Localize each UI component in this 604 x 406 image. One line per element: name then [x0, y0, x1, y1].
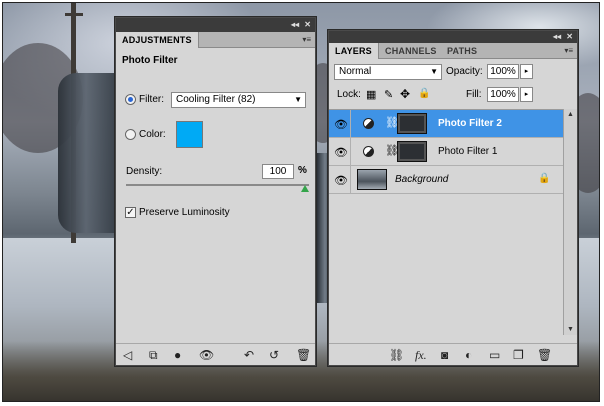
- layer-name[interactable]: Photo Filter 1: [438, 146, 497, 157]
- density-slider-thumb[interactable]: [301, 185, 309, 192]
- blend-mode-value: Normal: [339, 66, 372, 77]
- layers-tabs: LAYERS CHANNELS PATHS ▾≡: [329, 43, 577, 59]
- eye-icon[interactable]: 👁: [199, 348, 214, 362]
- preserve-luminosity-checkbox[interactable]: ✓: [125, 207, 136, 218]
- lock-icon: 🔒: [538, 173, 551, 184]
- filter-dropdown[interactable]: Cooling Filter (82) ▼: [171, 92, 306, 108]
- layers-panel: ◂◂ ✕ LAYERS CHANNELS PATHS ▾≡ Normal ▼ O…: [328, 30, 578, 366]
- layer-mask-thumbnail[interactable]: [397, 141, 427, 162]
- layer-mask-thumbnail[interactable]: [397, 113, 427, 134]
- link-layers-icon[interactable]: ⛓: [389, 348, 404, 362]
- adjustments-panel: ◂◂ ✕ ADJUSTMENTS ▾≡ Photo Filter Filter:…: [115, 17, 316, 366]
- new-group-icon[interactable]: ▭: [489, 348, 500, 362]
- lock-label: Lock:: [337, 89, 361, 100]
- adjustments-tabs: ADJUSTMENTS ▾≡: [116, 32, 315, 48]
- opacity-input[interactable]: 100%: [487, 64, 519, 79]
- eye-icon[interactable]: 👁: [334, 174, 348, 187]
- utility-pole-crossbar: [65, 13, 83, 16]
- density-label: Density:: [126, 166, 163, 177]
- new-layer-icon[interactable]: ❐: [513, 348, 524, 362]
- layer-row-photo-filter-2[interactable]: 👁 ⛓ Photo Filter 2: [329, 110, 563, 138]
- opacity-arrow-icon[interactable]: ▸: [520, 64, 533, 79]
- density-slider-track[interactable]: [126, 184, 309, 186]
- layer-name[interactable]: Photo Filter 2: [438, 118, 502, 129]
- fill-arrow-icon[interactable]: ▸: [520, 87, 533, 102]
- chevron-down-icon: ▼: [294, 95, 302, 104]
- reset-icon[interactable]: ↺: [269, 348, 279, 362]
- clip-to-layer-icon[interactable]: ⧉: [149, 348, 158, 362]
- lock-brush-icon[interactable]: ✎: [384, 88, 393, 101]
- previous-state-icon[interactable]: ↶: [244, 348, 254, 362]
- scroll-down-icon[interactable]: ▼: [567, 326, 574, 333]
- visibility-toggle-icon[interactable]: ●: [174, 348, 181, 362]
- trash-icon[interactable]: 🗑: [537, 348, 552, 362]
- chevron-down-icon: ▼: [430, 67, 438, 76]
- lock-position-icon[interactable]: ✥: [400, 87, 410, 101]
- filter-radio[interactable]: [125, 94, 136, 105]
- filter-label: Filter:: [139, 94, 164, 105]
- scroll-up-icon[interactable]: ▲: [567, 111, 574, 118]
- panel-heading: Photo Filter: [122, 55, 178, 66]
- back-arrow-icon[interactable]: ◁: [123, 348, 132, 362]
- opacity-label: Opacity:: [446, 66, 483, 77]
- layers-bottombar: ⛓ fx. ◙ ◐ ▭ ❐ 🗑: [329, 343, 577, 365]
- lock-transparency-icon[interactable]: ▦: [366, 88, 376, 101]
- filter-value: Cooling Filter (82): [176, 94, 256, 105]
- preserve-luminosity-label: Preserve Luminosity: [139, 207, 230, 218]
- color-swatch[interactable]: [176, 121, 203, 148]
- add-mask-icon[interactable]: ◙: [441, 348, 448, 362]
- adjustment-layer-icon: [363, 146, 374, 157]
- close-icon[interactable]: ✕: [304, 20, 311, 29]
- fill-label: Fill:: [466, 89, 482, 100]
- visibility-cell[interactable]: 👁: [329, 110, 351, 138]
- tab-paths[interactable]: PATHS: [441, 43, 483, 59]
- trash-icon[interactable]: 🗑: [296, 348, 311, 362]
- eye-icon[interactable]: 👁: [334, 118, 348, 131]
- eye-icon[interactable]: 👁: [334, 146, 348, 159]
- layers-titlebar[interactable]: ◂◂ ✕: [329, 31, 577, 43]
- visibility-cell[interactable]: 👁: [329, 166, 351, 194]
- layer-name[interactable]: Background: [395, 174, 448, 185]
- blend-mode-dropdown[interactable]: Normal ▼: [334, 64, 442, 80]
- tab-channels[interactable]: CHANNELS: [379, 43, 443, 59]
- fill-input[interactable]: 100%: [487, 87, 519, 102]
- collapse-icon[interactable]: ◂◂: [553, 32, 561, 41]
- layer-list: 👁 ⛓ Photo Filter 2 👁 ⛓ Photo Filter 1 👁 …: [329, 109, 563, 335]
- color-radio[interactable]: [125, 129, 136, 140]
- fx-icon[interactable]: fx.: [415, 348, 427, 362]
- density-input[interactable]: 100: [262, 164, 294, 179]
- layer-row-photo-filter-1[interactable]: 👁 ⛓ Photo Filter 1: [329, 138, 563, 166]
- adjustments-titlebar[interactable]: ◂◂ ✕: [116, 18, 315, 32]
- close-icon[interactable]: ✕: [566, 32, 573, 41]
- new-adjustment-icon[interactable]: ◐: [465, 348, 472, 362]
- layers-scrollbar[interactable]: ▲ ▼: [563, 109, 577, 335]
- density-unit: %: [298, 165, 307, 176]
- tab-adjustments[interactable]: ADJUSTMENTS: [116, 32, 199, 48]
- adjustment-layer-icon: [363, 118, 374, 129]
- tab-layers[interactable]: LAYERS: [329, 43, 379, 59]
- layer-thumbnail: [357, 169, 387, 190]
- layer-row-background[interactable]: 👁 Background 🔒: [329, 166, 563, 194]
- visibility-cell[interactable]: 👁: [329, 138, 351, 166]
- panel-menu-icon[interactable]: ▾≡: [302, 35, 311, 44]
- color-label: Color:: [139, 129, 166, 140]
- panel-menu-icon[interactable]: ▾≡: [564, 46, 573, 55]
- lock-all-icon[interactable]: 🔒: [418, 88, 430, 99]
- adjustments-bottombar: ◁ ⧉ ● 👁 ↶ ↺ 🗑: [116, 343, 315, 365]
- collapse-icon[interactable]: ◂◂: [291, 20, 299, 29]
